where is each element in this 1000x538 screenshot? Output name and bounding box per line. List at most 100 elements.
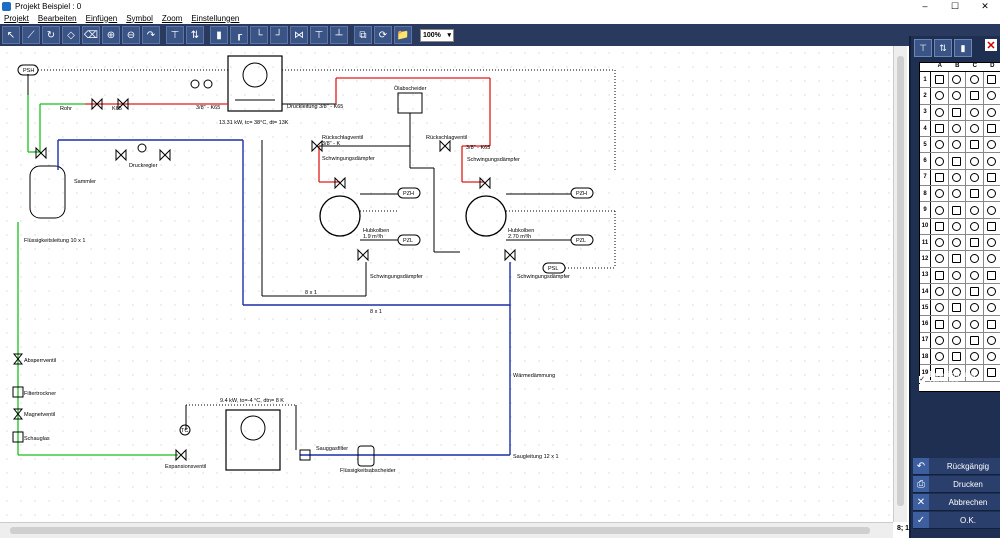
symbol-cell-icon[interactable] [966, 283, 984, 300]
symbol-cell-icon[interactable] [949, 104, 966, 120]
copy-block-icon[interactable]: ▮ [210, 26, 228, 44]
symbol-cell-icon[interactable] [984, 268, 1000, 283]
panel-close-icon[interactable]: ✕ [985, 39, 997, 52]
symbol-cell-icon[interactable] [931, 332, 949, 349]
symbol-cell-icon[interactable] [931, 186, 949, 202]
symbol-cell-icon[interactable] [984, 137, 1000, 152]
symbol-cell-icon[interactable] [984, 349, 1000, 364]
symbol-cell-icon[interactable] [931, 300, 949, 316]
symbol-cell-icon[interactable] [984, 88, 1000, 103]
symbol-cell-icon[interactable] [931, 234, 949, 251]
open-folder-icon[interactable]: 📁 [394, 26, 412, 44]
symbol-cell-icon[interactable] [931, 137, 949, 153]
symbol-cell-icon[interactable] [966, 169, 984, 186]
refresh-icon[interactable]: ⟳ [374, 26, 392, 44]
symbol-cell-icon[interactable] [966, 88, 984, 104]
symbol-cell-icon[interactable] [984, 202, 1000, 217]
undo-button[interactable]: ↶ Rückgängig [913, 458, 1000, 475]
symbol-cell-icon[interactable] [931, 267, 949, 283]
symbol-cell-icon[interactable] [931, 218, 949, 234]
symbol-cell-icon[interactable] [931, 153, 949, 169]
symbol-cell-icon[interactable] [966, 153, 984, 169]
pipe-joint-icon[interactable]: ┴ [330, 26, 348, 44]
symbol-cell-icon[interactable] [966, 186, 984, 202]
ok-button[interactable]: ✓ O.K. [913, 512, 1000, 529]
symbol-cell-icon[interactable] [984, 121, 1000, 136]
symbol-cell-icon[interactable] [966, 300, 984, 316]
symbol-cell-icon[interactable] [949, 202, 966, 218]
symbol-cell-icon[interactable] [984, 333, 1000, 348]
symbol-cell-icon[interactable] [984, 284, 1000, 299]
symbol-cell-icon[interactable] [949, 218, 966, 234]
symbol-cell-icon[interactable] [931, 202, 949, 218]
line-tool-icon[interactable]: ⟋ [22, 26, 40, 44]
symbol-cell-icon[interactable] [984, 170, 1000, 185]
symbol-cell-icon[interactable] [984, 72, 1000, 87]
menu-einstellungen[interactable]: Einstellungen [191, 14, 239, 23]
symbol-cell-icon[interactable] [931, 120, 949, 137]
symbol-cell-icon[interactable] [931, 169, 949, 186]
symbol-cell-icon[interactable] [931, 283, 949, 300]
symbol-cell-icon[interactable] [984, 186, 1000, 201]
menu-einfuegen[interactable]: Einfügen [86, 14, 118, 23]
valve-tool-icon[interactable]: ⋈ [290, 26, 308, 44]
symbol-cell-icon[interactable] [949, 72, 966, 88]
symbol-cell-icon[interactable] [949, 300, 966, 316]
menu-symbol[interactable]: Symbol [126, 14, 153, 23]
symbol-cell-icon[interactable] [949, 349, 966, 365]
layers-icon[interactable]: ⧉ [354, 26, 372, 44]
symbol-cell-icon[interactable] [949, 267, 966, 283]
horizontal-scrollbar[interactable] [0, 522, 893, 538]
symbol-cell-icon[interactable] [949, 88, 966, 104]
symbol-cell-icon[interactable] [966, 104, 984, 120]
symbol-cell-icon[interactable] [966, 349, 984, 365]
symbol-cell-icon[interactable] [949, 251, 966, 267]
symbol-cell-icon[interactable] [966, 234, 984, 251]
zoom-in-icon[interactable]: ⊕ [102, 26, 120, 44]
cancel-button[interactable]: ✕ Abbrechen [913, 494, 1000, 511]
symbol-cell-icon[interactable] [966, 137, 984, 153]
rotate-tool-icon[interactable]: ↻ [42, 26, 60, 44]
symbol-cell-icon[interactable] [966, 120, 984, 137]
flansch-checkbox[interactable]: Flansch [919, 383, 958, 392]
symbol-cell-icon[interactable] [984, 251, 1000, 266]
symbol-cell-icon[interactable] [931, 104, 949, 120]
symbol-cell-icon[interactable] [949, 186, 966, 202]
symbol-cell-icon[interactable] [966, 72, 984, 88]
select-arrow-tool-icon[interactable]: ↖ [2, 26, 20, 44]
symbol-cell-icon[interactable] [931, 316, 949, 332]
symbol-cell-icon[interactable] [966, 251, 984, 267]
drawing-canvas[interactable]: PSH Rohr K65 3/8" - K65 Druckleitung 3/8… [0, 46, 893, 522]
zoom-out-icon[interactable]: ⊖ [122, 26, 140, 44]
symbol-cell-icon[interactable] [984, 219, 1000, 234]
symbol-cell-icon[interactable] [984, 153, 1000, 168]
symbol-cell-icon[interactable] [931, 72, 949, 88]
panel-copy-icon[interactable]: ▮ [954, 39, 972, 57]
pipe-tool-icon[interactable]: ┎ [230, 26, 248, 44]
symbol-cell-icon[interactable] [949, 332, 966, 349]
text-tool-icon[interactable]: ⊤ [310, 26, 328, 44]
redo-tool-icon[interactable]: ↷ [142, 26, 160, 44]
minimize-button[interactable]: – [910, 0, 940, 12]
print-button[interactable]: ⎙ Drucken [913, 476, 1000, 493]
symbol-cell-icon[interactable] [966, 202, 984, 218]
menu-zoom[interactable]: Zoom [162, 14, 182, 23]
menu-bearbeiten[interactable]: Bearbeiten [38, 14, 77, 23]
symbol-cell-icon[interactable] [966, 218, 984, 234]
symbol-cell-icon[interactable] [966, 267, 984, 283]
menu-projekt[interactable]: Projekt [4, 14, 29, 23]
zoom-select[interactable]: 100% ▾ [420, 28, 454, 42]
symbol-cell-icon[interactable] [931, 349, 949, 365]
symbol-cell-icon[interactable] [949, 169, 966, 186]
pipe-blue-tool-icon[interactable]: ┘ [270, 26, 288, 44]
flow-align-icon[interactable]: ⇅ [186, 26, 204, 44]
symbol-cell-icon[interactable] [966, 332, 984, 349]
symbol-cell-icon[interactable] [949, 120, 966, 137]
group-tool-icon[interactable]: ◇ [62, 26, 80, 44]
symbol-cell-icon[interactable] [949, 137, 966, 153]
symbol-cell-icon[interactable] [949, 316, 966, 332]
symbol-cell-icon[interactable] [984, 316, 1000, 331]
symbol-cell-icon[interactable] [949, 153, 966, 169]
close-window-button[interactable]: ✕ [970, 0, 1000, 12]
panel-symbols-icon[interactable]: ⊤ [914, 39, 932, 57]
